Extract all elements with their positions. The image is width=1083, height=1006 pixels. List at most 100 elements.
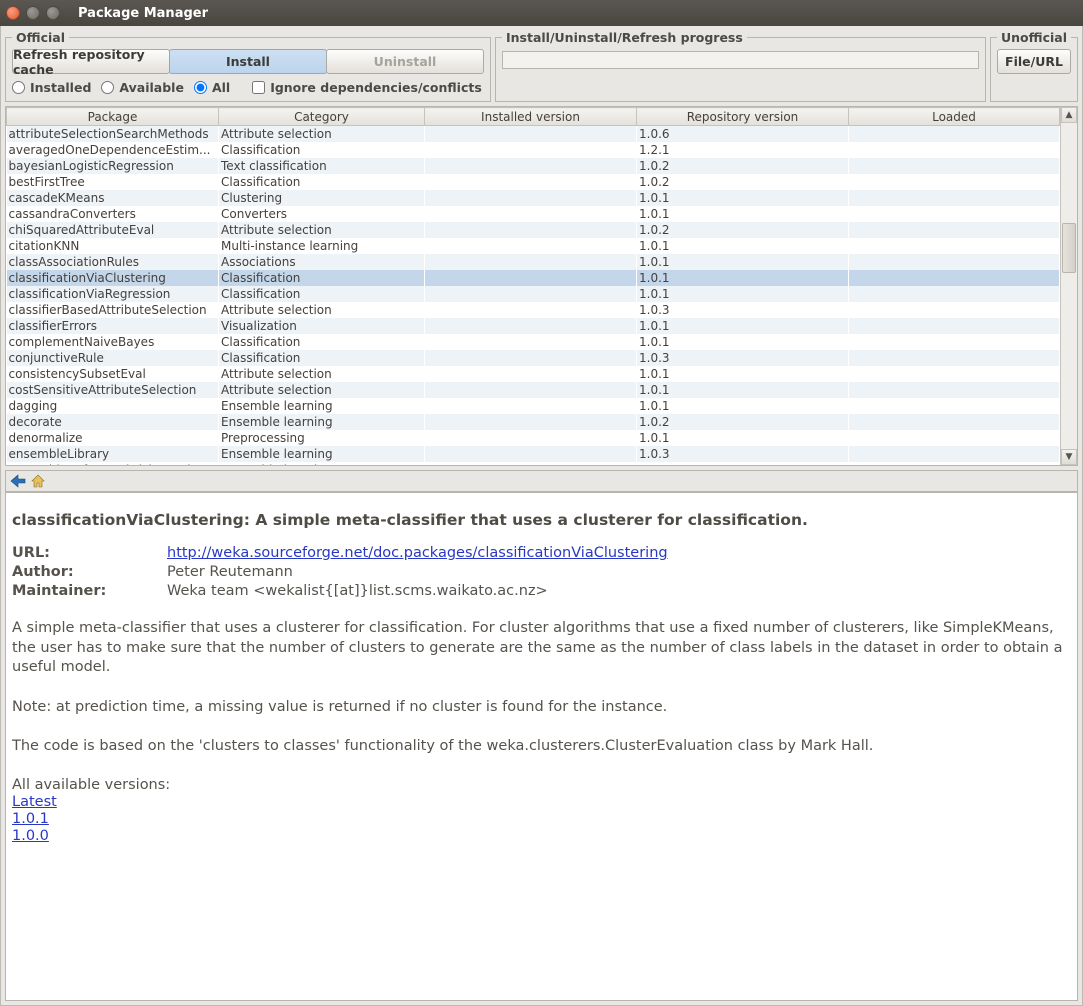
cell-category: Classification	[219, 334, 425, 350]
home-icon[interactable]	[30, 473, 46, 489]
cell-loaded	[849, 158, 1060, 174]
cell-loaded	[849, 350, 1060, 366]
cell-installed	[425, 446, 637, 462]
cell-loaded	[849, 254, 1060, 270]
cell-category: Text classification	[219, 158, 425, 174]
cell-installed	[425, 126, 637, 142]
cell-loaded	[849, 238, 1060, 254]
table-row[interactable]: cascadeKMeansClustering1.0.1	[7, 190, 1060, 206]
cell-category: Ensemble learning	[219, 414, 425, 430]
radio-available-input[interactable]	[101, 81, 114, 94]
cell-installed	[425, 398, 637, 414]
detail-pane[interactable]: classificationViaClustering: A simple me…	[5, 492, 1078, 1001]
radio-all[interactable]: All	[194, 80, 230, 95]
table-row[interactable]: chiSquaredAttributeEvalAttribute selecti…	[7, 222, 1060, 238]
ignore-deps-input[interactable]	[252, 81, 265, 94]
table-row[interactable]: costSensitiveAttributeSelectionAttribute…	[7, 382, 1060, 398]
versions-label: All available versions:	[12, 777, 1071, 793]
table-row[interactable]: averagedOneDependenceEstim...Classificat…	[7, 142, 1060, 158]
table-row[interactable]: ensemblesOfNestedDichotomiesEnsemble lea…	[7, 462, 1060, 466]
cell-loaded	[849, 270, 1060, 286]
col-repo[interactable]: Repository version	[637, 108, 849, 126]
radio-all-input[interactable]	[194, 81, 207, 94]
cell-package: costSensitiveAttributeSelection	[7, 382, 219, 398]
table-row[interactable]: bayesianLogisticRegressionText classific…	[7, 158, 1060, 174]
cell-package: complementNaiveBayes	[7, 334, 219, 350]
table-row[interactable]: classAssociationRulesAssociations1.0.1	[7, 254, 1060, 270]
table-vertical-scrollbar[interactable]: ▲ ▼	[1060, 107, 1077, 465]
version-link[interactable]: 1.0.0	[12, 828, 1071, 844]
uninstall-button[interactable]: Uninstall	[326, 49, 484, 74]
scroll-up-icon[interactable]: ▲	[1061, 107, 1077, 123]
cell-package: chiSquaredAttributeEval	[7, 222, 219, 238]
cell-installed	[425, 318, 637, 334]
close-icon[interactable]	[6, 6, 20, 20]
radio-installed-input[interactable]	[12, 81, 25, 94]
cell-package: classifierErrors	[7, 318, 219, 334]
cell-category: Classification	[219, 270, 425, 286]
table-row[interactable]: conjunctiveRuleClassification1.0.3	[7, 350, 1060, 366]
radio-installed-label: Installed	[30, 80, 91, 95]
version-link[interactable]: 1.0.1	[12, 811, 1071, 827]
top-panels: Official Refresh repository cache Instal…	[3, 28, 1080, 104]
detail-author-label: Author:	[12, 564, 167, 580]
back-icon[interactable]	[10, 473, 26, 489]
filter-row: Installed Available All Ignore dependenc…	[12, 80, 484, 95]
detail-url-link[interactable]: http://weka.sourceforge.net/doc.packages…	[167, 545, 668, 561]
cell-repo: 1.0.1	[637, 254, 849, 270]
table-row[interactable]: consistencySubsetEvalAttribute selection…	[7, 366, 1060, 382]
scroll-down-icon[interactable]: ▼	[1061, 449, 1077, 465]
table-row[interactable]: cassandraConvertersConverters1.0.1	[7, 206, 1060, 222]
table-row[interactable]: classificationViaRegressionClassificatio…	[7, 286, 1060, 302]
radio-installed[interactable]: Installed	[12, 80, 91, 95]
cell-category: Classification	[219, 174, 425, 190]
radio-available[interactable]: Available	[101, 80, 184, 95]
table-row[interactable]: bestFirstTreeClassification1.0.2	[7, 174, 1060, 190]
col-category[interactable]: Category	[219, 108, 425, 126]
cell-category: Associations	[219, 254, 425, 270]
cell-category: Ensemble learning	[219, 398, 425, 414]
cell-category: Ensemble learning	[219, 446, 425, 462]
table-row[interactable]: complementNaiveBayesClassification1.0.1	[7, 334, 1060, 350]
install-button[interactable]: Install	[169, 49, 327, 74]
table-row[interactable]: classifierErrorsVisualization1.0.1	[7, 318, 1060, 334]
file-url-button[interactable]: File/URL	[997, 49, 1071, 74]
scroll-thumb[interactable]	[1062, 223, 1076, 273]
cell-repo: 1.0.1	[637, 286, 849, 302]
cell-installed	[425, 334, 637, 350]
table-row[interactable]: denormalizePreprocessing1.0.1	[7, 430, 1060, 446]
ignore-deps-checkbox[interactable]: Ignore dependencies/conflicts	[252, 80, 482, 95]
cell-loaded	[849, 382, 1060, 398]
detail-url-label: URL:	[12, 545, 167, 561]
cell-repo: 1.0.2	[637, 158, 849, 174]
radio-available-label: Available	[119, 80, 184, 95]
cell-loaded	[849, 366, 1060, 382]
cell-installed	[425, 206, 637, 222]
cell-loaded	[849, 462, 1060, 466]
table-row[interactable]: citationKNNMulti-instance learning1.0.1	[7, 238, 1060, 254]
cell-repo: 1.0.1	[637, 206, 849, 222]
table-row[interactable]: decorateEnsemble learning1.0.2	[7, 414, 1060, 430]
cell-package: consistencySubsetEval	[7, 366, 219, 382]
package-table-scroll[interactable]: Package Category Installed version Repos…	[6, 107, 1060, 465]
scroll-track[interactable]	[1061, 123, 1077, 449]
cell-installed	[425, 254, 637, 270]
table-row[interactable]: ensembleLibraryEnsemble learning1.0.3	[7, 446, 1060, 462]
table-row[interactable]: daggingEnsemble learning1.0.1	[7, 398, 1060, 414]
minimize-icon[interactable]	[26, 6, 40, 20]
version-link[interactable]: Latest	[12, 794, 1071, 810]
table-row[interactable]: attributeSelectionSearchMethodsAttribute…	[7, 126, 1060, 142]
cell-loaded	[849, 222, 1060, 238]
table-row[interactable]: classifierBasedAttributeSelectionAttribu…	[7, 302, 1060, 318]
cell-category: Attribute selection	[219, 126, 425, 142]
cell-loaded	[849, 318, 1060, 334]
cell-installed	[425, 158, 637, 174]
col-loaded[interactable]: Loaded	[849, 108, 1060, 126]
cell-repo: 1.0.1	[637, 190, 849, 206]
col-installed[interactable]: Installed version	[425, 108, 637, 126]
table-row[interactable]: classificationViaClusteringClassificatio…	[7, 270, 1060, 286]
maximize-icon[interactable]	[46, 6, 60, 20]
cell-repo: 1.0.1	[637, 462, 849, 466]
col-package[interactable]: Package	[7, 108, 219, 126]
refresh-button[interactable]: Refresh repository cache	[12, 49, 170, 74]
